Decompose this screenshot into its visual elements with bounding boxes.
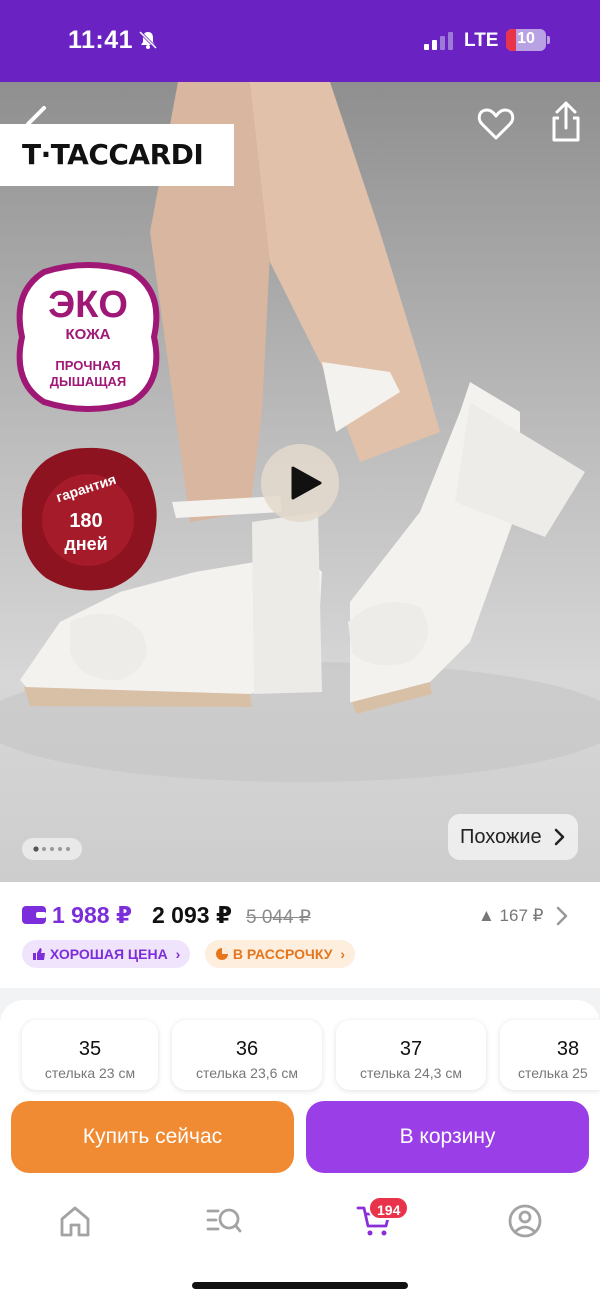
product-gallery[interactable]: T·TACCARDI ЭКО КОЖА ПРОЧНАЯ ДЫШАЩАЯ гара… (0, 82, 600, 882)
size-option-36[interactable]: 36 стелька 23,6 см (172, 1020, 322, 1090)
cart-count-badge: 194 (368, 1196, 410, 1220)
similar-button[interactable]: Похожие (448, 814, 578, 860)
size-insole: стелька 23 см (44, 1065, 136, 1081)
chevron-right-icon[interactable] (556, 906, 568, 926)
size-number: 37 (399, 1038, 423, 1060)
bottom-tab-bar: 194 (0, 1188, 600, 1300)
status-bar: 11:41 LTE 10 (0, 0, 600, 82)
favorite-button[interactable] (476, 104, 516, 144)
size-number: 38 (556, 1038, 580, 1060)
size-insole: стелька 25 (518, 1065, 588, 1081)
gallery-dot (33, 846, 39, 852)
play-icon (291, 466, 322, 500)
home-icon[interactable] (57, 1204, 93, 1238)
bell-muted-icon (138, 30, 158, 50)
heart-icon (477, 108, 515, 140)
eco-badge-features: ПРОЧНАЯ ДЫШАЩАЯ (20, 358, 156, 390)
eco-badge-feature-2: ДЫШАЩАЯ (49, 374, 127, 389)
current-price: 2 093 ₽ (152, 902, 232, 928)
good-price-tag[interactable]: ХОРОШАЯ ЦЕНА › (22, 940, 191, 968)
status-time: 11:41 (68, 26, 134, 54)
signal-icon (424, 32, 453, 50)
guarantee-days-number: 180 (69, 510, 103, 532)
price-change[interactable]: ▲ 167 ₽ (478, 906, 543, 926)
gallery-dot (42, 847, 46, 851)
network-type: LTE (464, 30, 499, 51)
buy-now-button[interactable]: Купить сейчас (11, 1101, 294, 1173)
gallery-dot (66, 847, 70, 851)
price-section: 1 988 ₽ 2 093 ₽ 5 044 ₽ ▲ 167 ₽ ХОРОШАЯ … (0, 882, 600, 988)
gallery-dot (50, 847, 54, 851)
size-number: 35 (78, 1038, 102, 1060)
battery-icon: 10 (506, 29, 550, 51)
old-price: 5 044 ₽ (246, 907, 311, 928)
installment-tag[interactable]: В РАССРОЧКУ › (205, 940, 356, 968)
gallery-dot (58, 847, 62, 851)
size-insole: стелька 24,3 см (360, 1065, 462, 1081)
share-icon (552, 101, 580, 142)
size-option-35[interactable]: 35 стелька 23 см (22, 1020, 158, 1090)
wallet-price: 1 988 ₽ (52, 902, 132, 928)
eco-badge-subtitle: КОЖА (65, 326, 111, 343)
catalog-search-icon[interactable] (206, 1204, 242, 1238)
size-option-38[interactable]: 38 стелька 25 (500, 1020, 600, 1090)
wallet-icon (22, 906, 46, 924)
pie-chart-icon (216, 948, 228, 960)
similar-label: Похожие (460, 826, 542, 848)
chevron-right-icon (554, 828, 565, 846)
brand-logo: T·TACCARDI (22, 138, 204, 171)
size-option-37[interactable]: 37 стелька 24,3 см (336, 1020, 486, 1090)
size-insole: стелька 23,6 см (196, 1065, 298, 1081)
good-price-label: ХОРОШАЯ ЦЕНА (49, 946, 168, 962)
eco-badge-title: ЭКО (48, 284, 128, 326)
eco-badge-feature-1: ПРОЧНАЯ (55, 358, 121, 373)
guarantee-days-label: дней (64, 534, 108, 554)
installment-label: В РАССРОЧКУ (232, 946, 333, 962)
add-to-cart-button[interactable]: В корзину (306, 1101, 589, 1173)
battery-level: 10 (517, 30, 535, 47)
profile-icon[interactable] (507, 1204, 543, 1238)
thumbs-up-icon (33, 948, 45, 960)
size-number: 36 (235, 1038, 259, 1060)
gallery-pagination (22, 838, 82, 860)
share-button[interactable] (546, 100, 586, 144)
home-indicator (192, 1282, 408, 1289)
